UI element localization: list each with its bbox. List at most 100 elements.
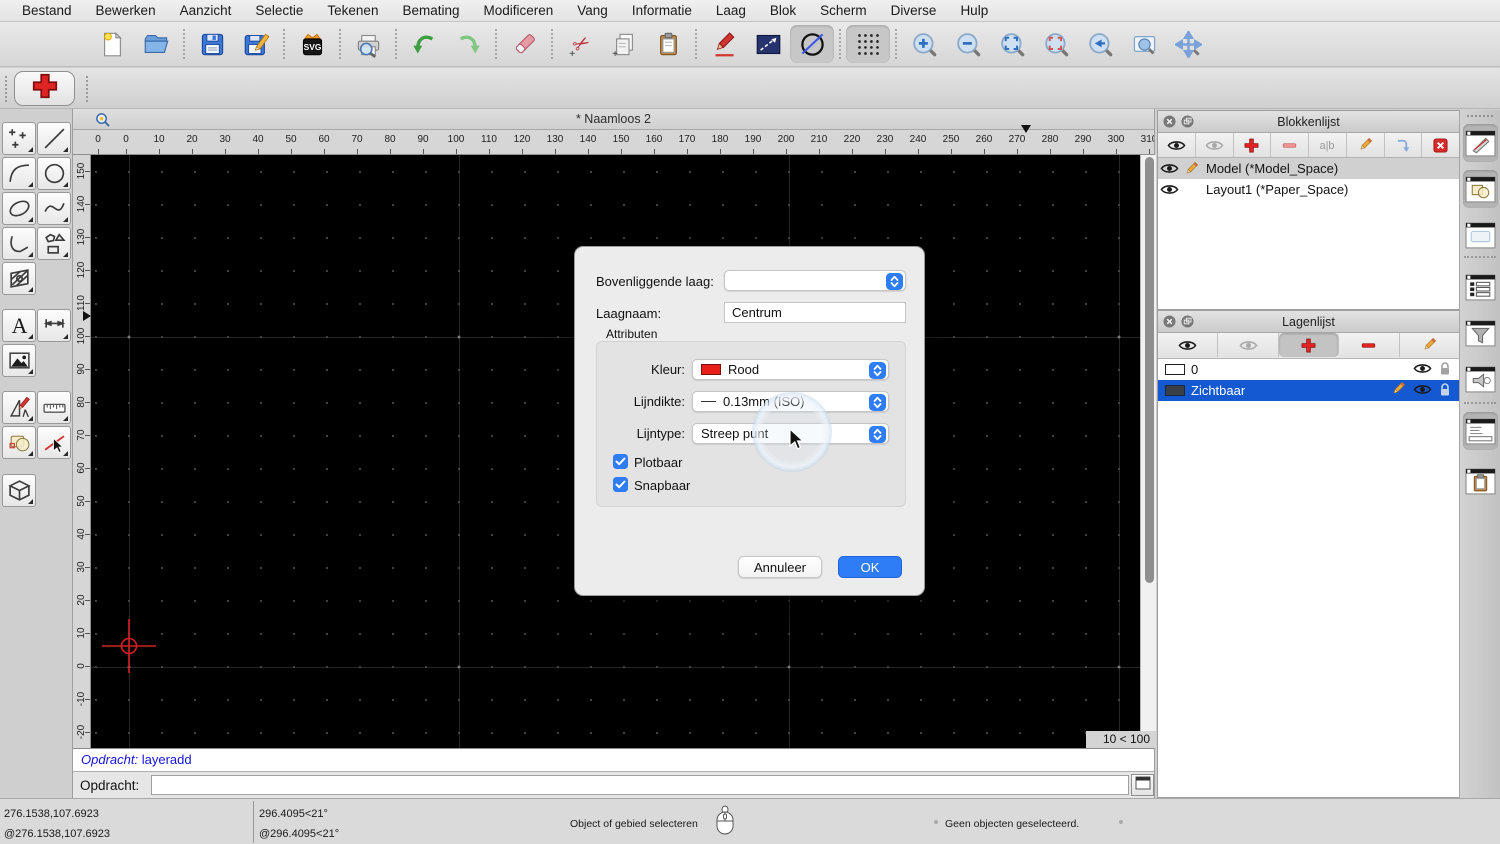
block-tool[interactable] <box>2 426 36 459</box>
hide-all-layers-button[interactable] <box>1218 333 1279 357</box>
menu-tekenen[interactable]: Tekenen <box>315 0 390 22</box>
show-all-blocks-button[interactable] <box>1158 133 1196 157</box>
measure-tool[interactable] <box>37 391 71 424</box>
paste-button[interactable] <box>646 25 690 63</box>
library-browser-toggle[interactable] <box>1463 124 1498 162</box>
scrollbar-thumb[interactable] <box>1144 157 1154 583</box>
redo-button[interactable] <box>446 25 490 63</box>
zoom-in-button[interactable] <box>902 25 946 63</box>
add-block-button[interactable] <box>1233 133 1272 157</box>
menu-modificeren[interactable]: Modificeren <box>472 0 566 22</box>
new-file-button[interactable] <box>90 25 134 63</box>
menu-bewerken[interactable]: Bewerken <box>84 0 168 22</box>
block-list-toggle[interactable] <box>1463 170 1498 208</box>
add-tool-button[interactable] <box>14 71 75 106</box>
shape-tool[interactable] <box>37 227 71 260</box>
save-button[interactable] <box>190 25 234 63</box>
plottable-checkbox[interactable] <box>613 454 628 469</box>
vertical-scrollbar[interactable] <box>1140 155 1156 731</box>
circle-tool[interactable] <box>37 157 71 190</box>
points-tool[interactable] <box>2 122 36 155</box>
block-list-row[interactable]: Model (*Model_Space) <box>1158 158 1459 179</box>
relative-coordinates: @276.1538,107.6923 <box>4 828 110 840</box>
snappable-checkbox[interactable] <box>613 477 628 492</box>
eye-icon[interactable] <box>1413 383 1432 399</box>
remove-layer-button[interactable] <box>1339 333 1400 357</box>
property-editor-toggle[interactable] <box>1463 216 1498 254</box>
edit-layer-button[interactable] <box>1399 333 1460 357</box>
zoom-previous-button[interactable] <box>1078 25 1122 63</box>
menu-bemating[interactable]: Bemating <box>390 0 471 22</box>
layer-list-row[interactable]: 0 <box>1158 359 1459 380</box>
zoom-selection-button[interactable] <box>1034 25 1078 63</box>
save-as-button[interactable] <box>234 25 278 63</box>
eye-icon[interactable] <box>1158 183 1180 196</box>
undo-button[interactable] <box>402 25 446 63</box>
text-tool[interactable]: A <box>2 309 36 342</box>
open-file-button[interactable] <box>134 25 178 63</box>
edit-button[interactable] <box>702 25 746 63</box>
cancel-button[interactable]: Annuleer <box>738 556 822 578</box>
purge-block-button[interactable] <box>1422 133 1459 157</box>
polyline-tool[interactable] <box>2 227 36 260</box>
remove-block-button[interactable] <box>1271 133 1309 157</box>
menu-selectie[interactable]: Selectie <box>243 0 315 22</box>
menu-blok[interactable]: Blok <box>758 0 808 22</box>
relative-zero-button[interactable] <box>746 25 790 63</box>
svg-export-button[interactable]: SVG <box>290 25 334 63</box>
modify-tool[interactable] <box>2 391 36 424</box>
parent-layer-select[interactable] <box>724 270 906 291</box>
delete-button[interactable] <box>502 25 546 63</box>
menu-aanzicht[interactable]: Aanzicht <box>168 0 244 22</box>
color-select[interactable]: Rood <box>692 359 889 380</box>
menu-diverse[interactable]: Diverse <box>879 0 949 22</box>
dimension-tool[interactable] <box>37 309 71 342</box>
menu-vang[interactable]: Vang <box>565 0 620 22</box>
copy-button[interactable]: + <box>602 25 646 63</box>
layer-list-toggle[interactable] <box>1463 268 1498 306</box>
ellipse-tool[interactable] <box>2 192 36 225</box>
edit-block-button[interactable] <box>1346 133 1385 157</box>
insert-block-button[interactable] <box>1384 133 1423 157</box>
block-list-row[interactable]: Layout1 (*Paper_Space) <box>1158 179 1459 200</box>
line-tool[interactable] <box>37 122 71 155</box>
menu-informatie[interactable]: Informatie <box>620 0 704 22</box>
menu-laag[interactable]: Laag <box>704 0 758 22</box>
cut-button[interactable]: ✂ + <box>558 25 602 63</box>
rename-block-button[interactable]: a|b <box>1309 133 1347 157</box>
layer-list-row[interactable]: Zichtbaar <box>1158 380 1459 401</box>
eye-icon[interactable] <box>1158 162 1180 175</box>
print-preview-button[interactable] <box>346 25 390 63</box>
layer-name-field[interactable]: Centrum <box>724 302 906 323</box>
pencil-icon[interactable] <box>1180 161 1202 177</box>
add-layer-button[interactable] <box>1278 333 1340 357</box>
pan-button[interactable] <box>1166 25 1210 63</box>
widget-toggle[interactable] <box>1463 360 1498 398</box>
menu-bestand[interactable]: Bestand <box>10 0 84 22</box>
hide-all-blocks-button[interactable] <box>1195 133 1234 157</box>
image-tool[interactable] <box>2 344 36 377</box>
menu-scherm[interactable]: Scherm <box>808 0 879 22</box>
lock-icon[interactable] <box>1439 361 1451 379</box>
menu-hulp[interactable]: Hulp <box>948 0 1000 22</box>
ok-button[interactable]: OK <box>838 556 902 578</box>
zoom-out-button[interactable] <box>946 25 990 63</box>
lock-blue-icon[interactable] <box>1439 382 1451 400</box>
draft-mode-toggle[interactable] <box>790 25 834 63</box>
clipboard-toggle[interactable] <box>1463 462 1498 500</box>
pencil-icon[interactable] <box>1390 381 1406 400</box>
solid-tool[interactable] <box>2 474 36 507</box>
show-all-layers-button[interactable] <box>1158 333 1219 357</box>
zoom-auto-button[interactable] <box>990 25 1034 63</box>
command-window-button[interactable] <box>1131 774 1154 796</box>
command-input[interactable] <box>151 775 1129 795</box>
selection-filter-toggle[interactable] <box>1463 314 1498 352</box>
select-tool[interactable] <box>37 426 71 459</box>
eye-icon[interactable] <box>1413 362 1432 378</box>
arc-tool[interactable] <box>2 157 36 190</box>
spline-tool[interactable] <box>37 192 71 225</box>
grid-toggle[interactable] <box>846 25 890 63</box>
zoom-window-button[interactable] <box>1122 25 1166 63</box>
hatch-tool[interactable] <box>2 262 36 295</box>
command-line-toggle[interactable] <box>1463 412 1498 450</box>
